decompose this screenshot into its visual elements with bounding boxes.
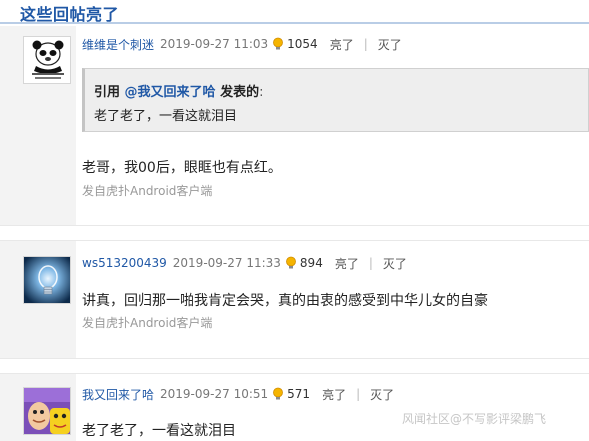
post-divider [0,225,589,226]
dim-button[interactable]: 灭了 [378,36,402,53]
panda-meme-avatar-icon [24,37,70,83]
light-up-button[interactable]: 亮了 [335,255,359,272]
post-gap [0,359,76,373]
action-divider: | [363,37,368,51]
quote-box: 引用 @我又回来了哈 发表的: 老了老了，一看这就泪目 [82,68,589,132]
avatar[interactable] [23,36,71,84]
post-divider [0,240,589,241]
quote-prefix: 引用 [94,85,121,100]
avatar[interactable] [23,256,71,304]
action-divider: | [356,387,361,401]
post-timestamp: 2019-09-27 11:33 [172,256,281,270]
username-link[interactable]: 维维是个刺迷 [82,36,154,53]
quote-text: 老了老了，一看这就泪目 [94,109,238,124]
username-link[interactable]: ws513200439 [82,256,167,270]
avatar[interactable] [23,387,71,435]
light-bulb-avatar-icon [24,257,70,303]
post-body: 讲真，回归那一啪我肯定会哭，真的由衷的感受到中华儿女的自豪 [82,293,488,309]
dim-button[interactable]: 灭了 [370,386,394,403]
post-header: 我又回来了哈 2019-09-27 10:51 571 亮了 | 灭了 [82,385,404,403]
post-header: ws513200439 2019-09-27 11:33 894 亮了 | 灭了 [82,254,417,272]
section-title: 这些回帖亮了 [20,5,120,24]
post-source: 发自虎扑Android客户端 [82,316,213,330]
cartoon-characters-avatar-icon [24,388,70,434]
light-bulb-icon [286,256,296,269]
post-body: 老了老了，一看这就泪目 [82,423,236,439]
post-timestamp: 2019-09-27 10:51 [160,387,269,401]
post-header: 维维是个刺迷 2019-09-27 11:03 1054 亮了 | 灭了 [82,35,412,53]
post-source: 发自虎扑Android客户端 [82,184,213,198]
post-body: 老哥，我00后，眼眶也有点红。 [82,160,282,176]
light-bulb-icon [273,387,284,400]
post-divider [0,358,589,359]
action-divider: | [368,256,373,270]
quote-header: 引用 @我又回来了哈 发表的: [94,81,264,100]
dim-button[interactable]: 灭了 [383,255,407,272]
post-divider [0,373,589,374]
light-up-button[interactable]: 亮了 [322,386,346,403]
light-count: 571 [287,387,311,401]
section-header: 这些回帖亮了 [0,0,589,24]
light-count: 894 [299,256,323,270]
light-bulb-icon [273,37,284,50]
username-link[interactable]: 我又回来了哈 [82,386,154,403]
quote-suffix: 发表的 [220,85,260,100]
post-timestamp: 2019-09-27 11:03 [160,37,269,51]
post-gap [0,226,76,240]
watermark: 风闻社区@不写影评梁鹏飞 [402,412,547,426]
light-count: 1054 [287,37,318,51]
quote-colon: : [259,85,264,100]
quote-user-link[interactable]: @我又回来了哈 [125,85,216,100]
light-up-button[interactable]: 亮了 [330,36,354,53]
